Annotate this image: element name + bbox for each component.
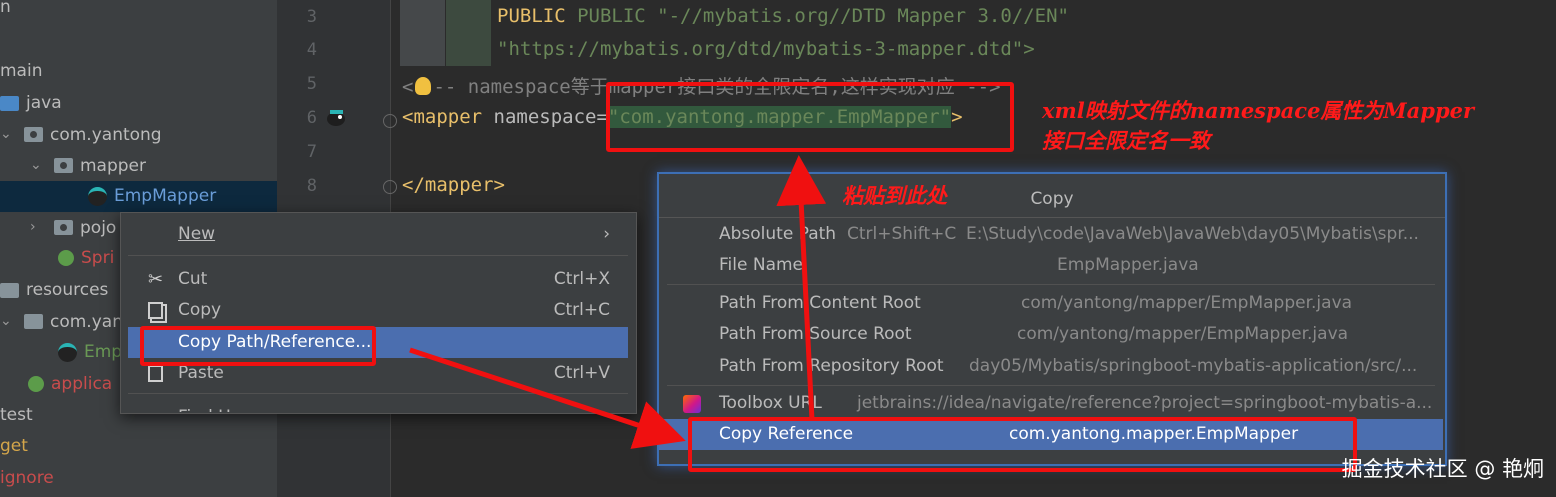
tree-item-label: mapper — [80, 155, 147, 176]
tree-item-label: applica — [51, 374, 113, 394]
folder-icon — [0, 282, 19, 298]
copy-path-highlight-box — [140, 326, 376, 366]
doctype-block-shade — [400, 0, 445, 66]
tree-item-label: resources — [26, 280, 109, 300]
popup-row-file-name[interactable]: File Name EmpMapper.java — [659, 250, 1443, 281]
menu-item-new[interactable]: New › — [128, 219, 628, 250]
popup-separator — [667, 284, 1435, 285]
line-number: 5 — [306, 74, 317, 94]
copy-icon — [148, 302, 163, 319]
menu-item-copy[interactable]: Copy Ctrl+C — [128, 295, 628, 326]
paste-icon — [148, 365, 163, 382]
mybatis-bird-icon — [88, 186, 107, 206]
popup-row-repository-root[interactable]: Path From Repository Root day05/Mybatis/s… — [659, 351, 1443, 382]
tree-item-label: com.yantong — [50, 124, 162, 145]
fold-marker-icon[interactable] — [383, 180, 397, 194]
package-icon — [24, 127, 43, 142]
popup-separator — [667, 385, 1435, 386]
tree-item-label: Spri — [81, 248, 115, 268]
tree-item-label: n — [0, 0, 11, 17]
tree-item-label: pojo — [80, 217, 117, 238]
chevron-right-icon[interactable]: › — [30, 212, 44, 243]
tree-item-label: get — [0, 436, 28, 456]
menu-separator — [128, 393, 628, 394]
mybatis-bird-icon — [58, 342, 77, 362]
copy-reference-highlight-box — [688, 417, 1357, 472]
tree-item[interactable]: ignore — [0, 463, 277, 494]
spring-icon — [28, 376, 44, 392]
menu-item-find-usages[interactable]: Find Usages — [128, 398, 628, 412]
tree-item-label: java — [26, 93, 62, 113]
folder-icon — [0, 95, 19, 111]
popup-row-content-root[interactable]: Path From Content Root com/yantong/mapper… — [659, 288, 1443, 319]
annotation-namespace-note: xml映射文件的namespace属性为Mapper — [1042, 98, 1475, 123]
tree-item-label: test — [0, 405, 33, 425]
namespace-highlight-box — [606, 82, 1014, 152]
tree-item-label: main — [0, 61, 43, 81]
bulb-icon[interactable] — [415, 77, 432, 95]
popup-row-source-root[interactable]: Path From Source Root com/yantong/mapper/… — [659, 319, 1443, 350]
menu-separator — [128, 255, 628, 256]
tree-item-label: Emp — [84, 342, 123, 362]
package-icon — [54, 158, 73, 173]
package-icon — [54, 220, 73, 235]
line-number: 7 — [306, 142, 317, 162]
tree-item[interactable]: EmpMapper — [0, 181, 277, 212]
chevron-down-icon[interactable]: ⌄ — [30, 150, 44, 181]
tree-item-label: com.yan — [50, 311, 123, 332]
popup-row-toolbox-url[interactable]: Toolbox URL jetbrains://idea/navigate/ref… — [659, 388, 1443, 419]
context-menu: New › ✂ Cut Ctrl+X Copy Ctrl+C Copy Path/Ref… — [120, 212, 637, 414]
code-line-8: </mapper> — [402, 174, 505, 196]
menu-item-cut[interactable]: ✂ Cut Ctrl+X — [128, 264, 628, 295]
tree-item[interactable]: get — [0, 431, 277, 462]
annotation-namespace-note-2: 接口全限定名一致 — [1042, 128, 1210, 153]
chevron-down-icon[interactable]: ⌄ — [0, 119, 14, 150]
line-number: 4 — [306, 40, 317, 60]
spring-icon — [58, 250, 74, 266]
watermark: 掘金技术社区 @ 艳炯 — [1341, 457, 1544, 481]
code-line-3: PUBLIC PUBLIC "-//mybatis.org//DTD Mappe… — [497, 5, 1069, 27]
line-number: 6 — [306, 108, 317, 128]
tree-item[interactable]: java — [0, 88, 277, 119]
popup-title: Copy — [659, 181, 1445, 218]
annotation-paste-here: 粘贴到此处 — [842, 183, 947, 208]
tree-item[interactable]: main — [0, 56, 277, 87]
toolbox-icon — [683, 395, 701, 413]
code-line-4: "https://mybatis.org/dtd/mybatis-3-mappe… — [497, 38, 1035, 60]
popup-row-absolute-path[interactable]: Absolute Path Ctrl+Shift+C E:\Study\code\J… — [659, 219, 1443, 250]
tree-item[interactable]: n — [0, 0, 277, 23]
tree-item[interactable]: ⌄ com.yantong — [0, 119, 277, 150]
tree-item-label: ignore — [0, 468, 54, 488]
mybatis-bird-icon[interactable] — [325, 107, 347, 127]
chevron-right-icon: › — [603, 224, 610, 244]
line-number: 3 — [306, 7, 317, 27]
doctype-block-shade-2 — [446, 0, 491, 66]
folder-icon — [24, 314, 43, 329]
tree-item[interactable]: ⌄ mapper — [0, 150, 277, 181]
tree-item-label: EmpMapper — [114, 186, 217, 206]
line-number: 8 — [306, 176, 317, 196]
fold-marker-icon[interactable] — [383, 114, 397, 128]
chevron-down-icon[interactable]: ⌄ — [0, 306, 14, 337]
scissors-icon: ✂ — [148, 269, 164, 290]
